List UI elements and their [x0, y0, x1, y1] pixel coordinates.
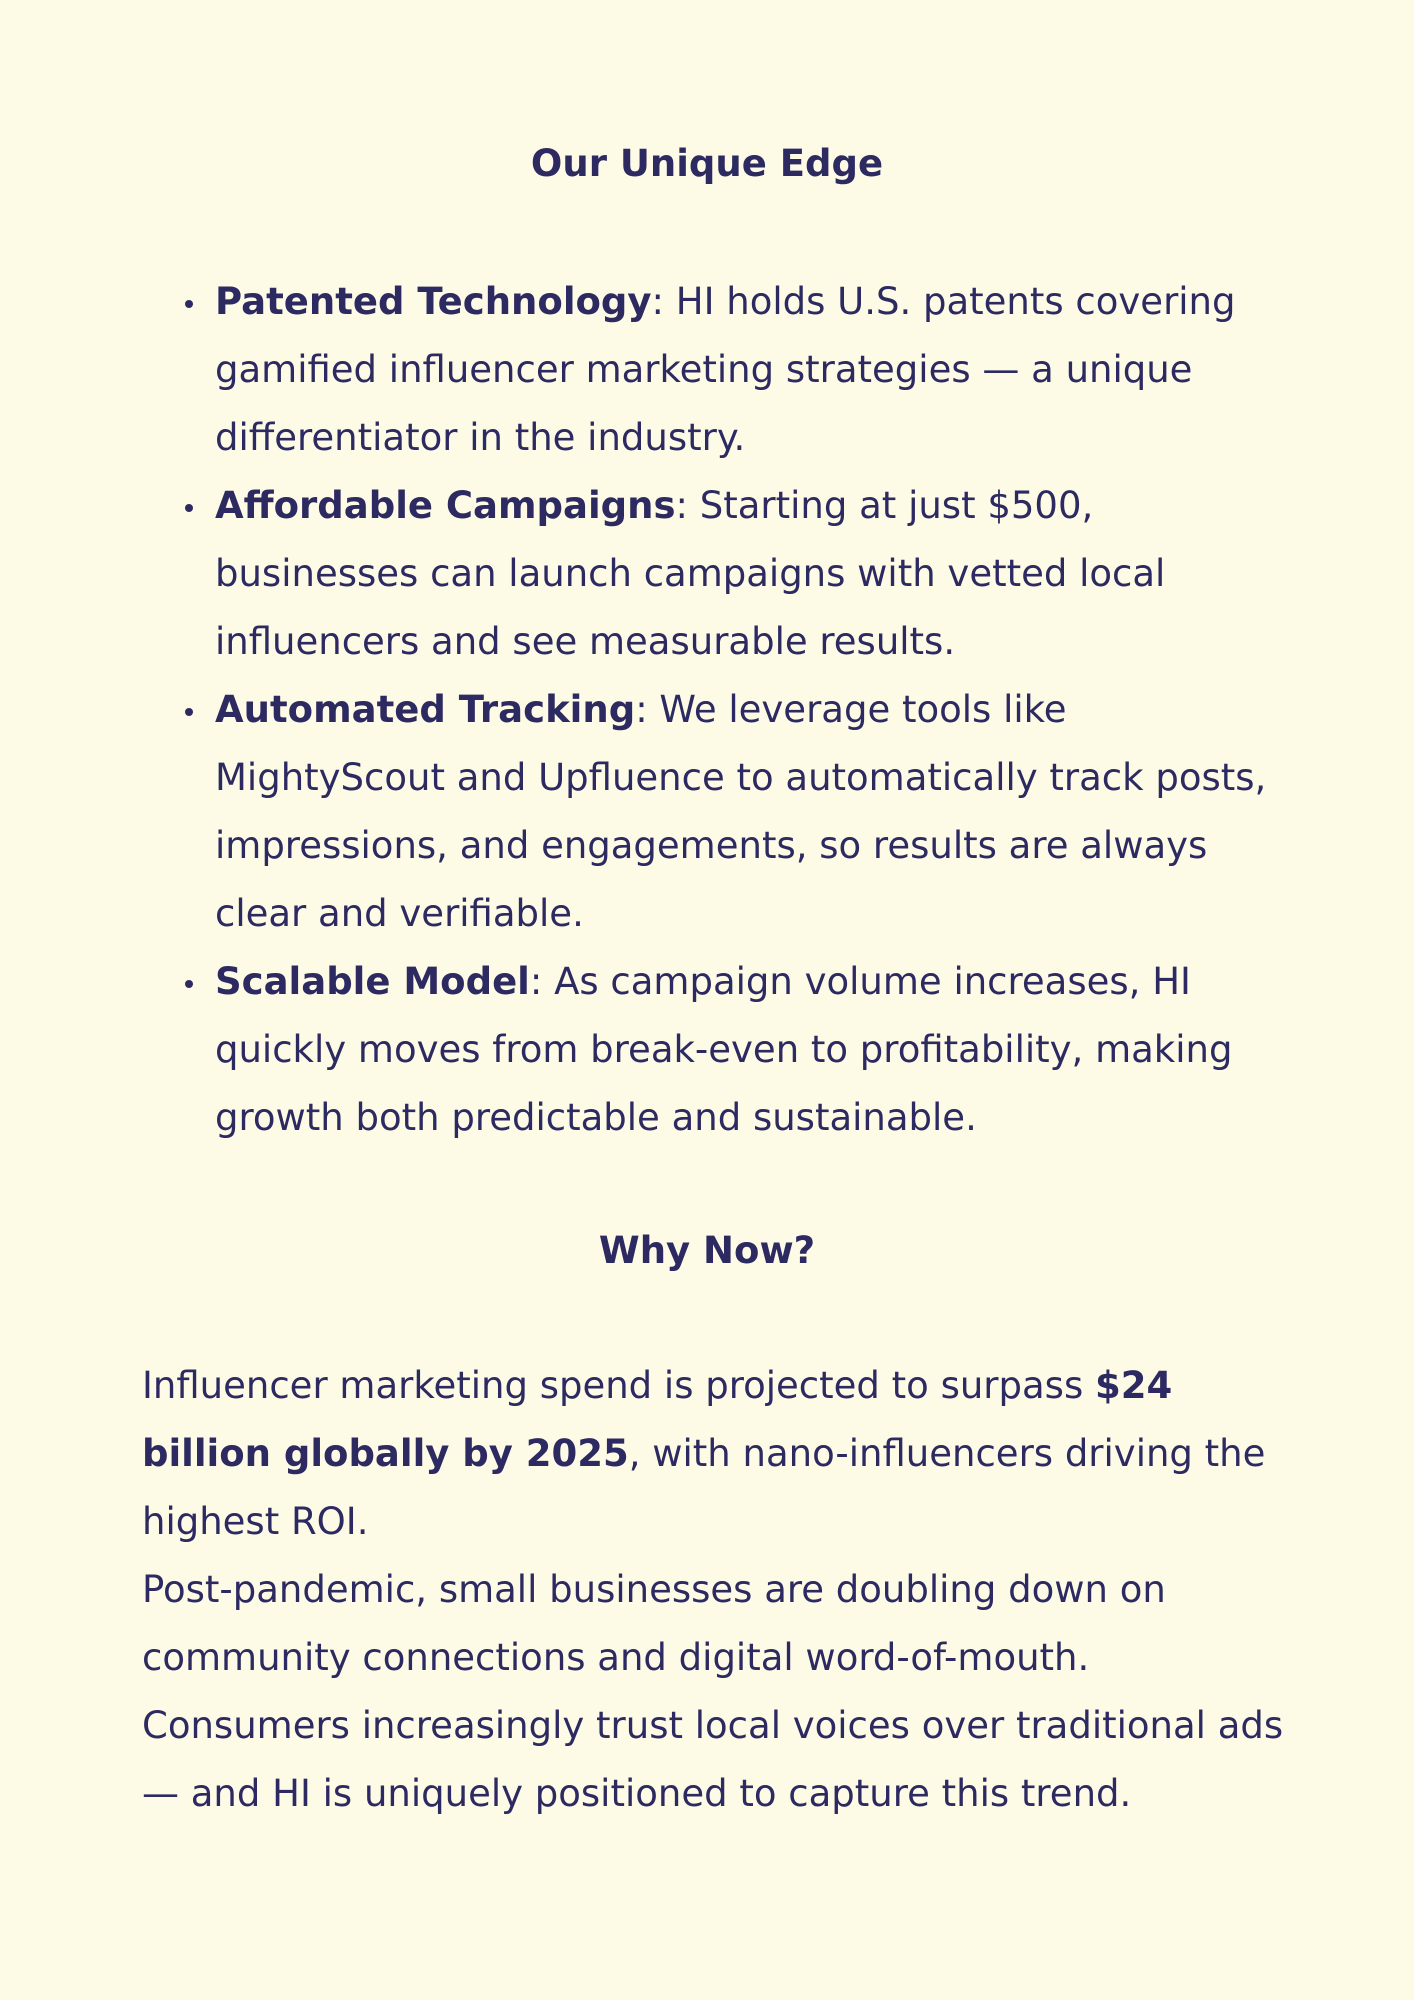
item-term: Automated Tracking — [215, 688, 636, 731]
item-term: Affordable Campaigns — [215, 484, 676, 527]
section-heading-why-now: Why Now? — [598, 1229, 816, 1272]
why-now-body: Influencer marketing spend is projected … — [142, 1352, 1302, 1828]
paragraph-post-pandemic: Post-pandemic, small businesses are doub… — [142, 1568, 1166, 1679]
bullet-icon — [185, 504, 193, 512]
bullet-icon — [185, 980, 193, 988]
bullet-icon — [185, 300, 193, 308]
item-term: Scalable Model — [215, 960, 530, 1003]
list-item: Affordable Campaigns: Starting at just $… — [185, 472, 1295, 676]
paragraph-market-spend: Influencer marketing spend is projected … — [142, 1352, 1302, 1556]
list-item: Patented Technology: HI holds U.S. paten… — [185, 268, 1295, 472]
bullet-icon — [185, 708, 193, 716]
item-term: Patented Technology — [215, 280, 652, 323]
unique-edge-list: Patented Technology: HI holds U.S. paten… — [185, 268, 1295, 1152]
paragraph-text: Influencer marketing spend is projected … — [142, 1364, 1095, 1407]
list-item: Automated Tracking: We leverage tools li… — [185, 676, 1295, 948]
paragraph-consumer-trust: Consumers increasingly trust local voice… — [142, 1704, 1284, 1815]
list-item: Scalable Model: As campaign volume incre… — [185, 948, 1295, 1152]
section-heading-unique-edge: Our Unique Edge — [530, 142, 884, 185]
document-page: Our Unique Edge Patented Technology: HI … — [0, 0, 1414, 2000]
